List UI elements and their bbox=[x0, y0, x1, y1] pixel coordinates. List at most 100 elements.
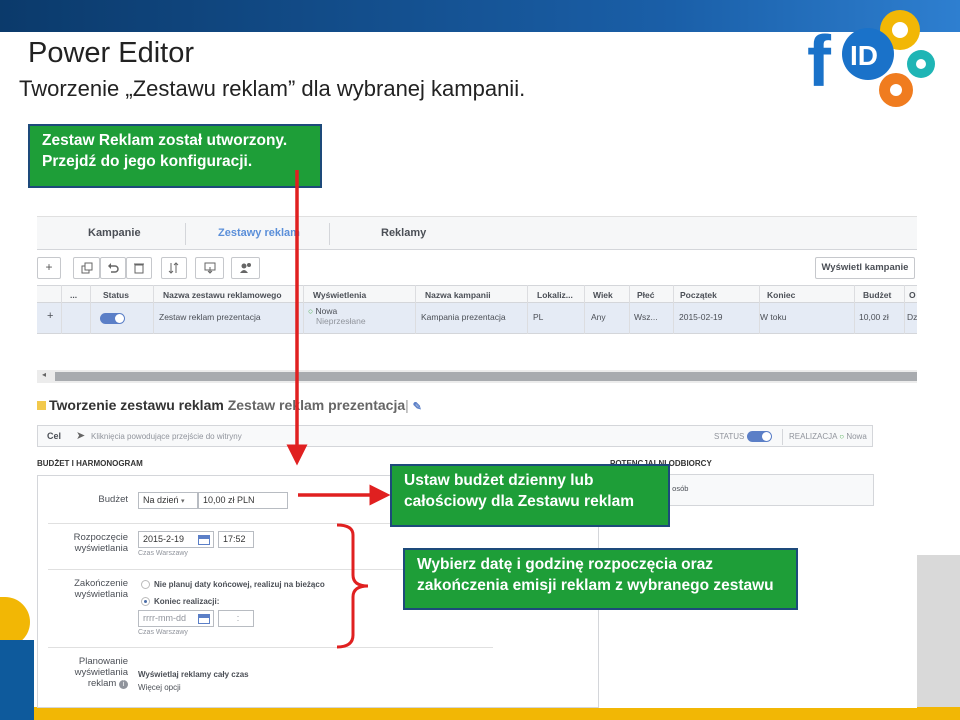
table-divider bbox=[629, 285, 630, 334]
schedule-label-line2: wyświetlania bbox=[74, 666, 128, 678]
duplicate-button[interactable] bbox=[73, 257, 100, 279]
tab-kampanie[interactable]: Kampanie bbox=[88, 227, 141, 239]
table-divider bbox=[61, 285, 62, 334]
col-gender[interactable]: Płeć bbox=[637, 290, 655, 300]
row-start: 2015-02-19 bbox=[679, 312, 723, 322]
chevron-down-icon: ▾ bbox=[181, 498, 185, 505]
start-time-input[interactable]: 17:52 bbox=[218, 531, 254, 548]
delete-button[interactable] bbox=[126, 257, 152, 279]
row-extra: Dz bbox=[907, 312, 918, 322]
realizacja-label-text: REALIZACJA bbox=[789, 432, 838, 441]
col-campaign[interactable]: Nazwa kampanii bbox=[425, 290, 491, 300]
view-campaigns-button[interactable]: Wyświetl kampanie bbox=[815, 257, 915, 279]
realizacja-label: REALIZACJA ○ Nowa bbox=[789, 432, 867, 441]
col-impressions[interactable]: Wyświetlenia bbox=[313, 290, 366, 300]
start-label: Rozpoczęcie wyświetlania bbox=[48, 532, 128, 555]
end-date-placeholder: rrrr-mm-dd bbox=[143, 613, 186, 623]
info-icon[interactable]: i bbox=[119, 679, 128, 689]
end-label: Zakończenie wyświetlania bbox=[48, 578, 128, 601]
end-date-input[interactable]: rrrr-mm-dd bbox=[138, 610, 214, 627]
table-divider bbox=[584, 285, 585, 334]
end-time-input[interactable]: : bbox=[218, 610, 254, 627]
schedule-label: Planowanie wyświetlania reklam i bbox=[48, 656, 128, 690]
end-timezone: Czas Warszawy bbox=[138, 629, 188, 636]
edit-pencil-icon[interactable]: ✎ bbox=[413, 401, 422, 413]
start-label-line2: wyświetlania bbox=[74, 542, 128, 554]
row-campaign: Kampania prezentacja bbox=[421, 312, 506, 322]
scrollbar-thumb[interactable] bbox=[55, 372, 917, 381]
table-divider bbox=[90, 285, 91, 334]
no-end-date-radio[interactable] bbox=[141, 580, 150, 589]
budget-schedule-header: BUDŻET I HARMONOGRAM bbox=[37, 459, 143, 468]
cursor-icon: ➤ bbox=[76, 430, 86, 442]
undo-button[interactable] bbox=[100, 257, 126, 279]
table-divider bbox=[303, 285, 304, 334]
tab-zestawy-reklam[interactable]: Zestawy reklam bbox=[218, 227, 300, 239]
callout-dates-line2: zakończenia emisji reklam z wybranego ze… bbox=[417, 576, 774, 594]
schedule-value: Wyświetlaj reklamy cały czas bbox=[138, 670, 249, 679]
celbar-divider bbox=[782, 429, 783, 445]
objective-bar: Cel ➤ Kliknięcia powodujące przejście do… bbox=[37, 425, 873, 447]
row-location: PL bbox=[533, 312, 544, 322]
tab-divider bbox=[329, 223, 330, 245]
end-date-radio[interactable] bbox=[141, 597, 150, 606]
no-end-date-label: Nie planuj daty końcowej, realizuj na bi… bbox=[154, 580, 325, 589]
tab-reklamy[interactable]: Reklamy bbox=[381, 227, 426, 239]
callout-created-line1: Zestaw Reklam został utworzony. bbox=[42, 132, 288, 149]
col-extra[interactable]: O bbox=[909, 290, 916, 300]
table-divider bbox=[759, 285, 760, 334]
users-button[interactable] bbox=[231, 257, 260, 279]
section-title: Tworzenie zestawu reklam Zestaw reklam p… bbox=[37, 397, 422, 413]
start-date-input[interactable]: 2015-2-19 bbox=[138, 531, 214, 548]
logo-gear-teal-icon bbox=[907, 50, 935, 78]
callout-budget-line2: całościowy dla Zestawu reklam bbox=[404, 492, 635, 510]
row-expand-button[interactable]: + bbox=[47, 310, 53, 322]
sort-button[interactable] bbox=[161, 257, 187, 279]
col-more[interactable]: ... bbox=[70, 290, 77, 300]
import-export-button[interactable] bbox=[195, 257, 224, 279]
budget-label: Budżet bbox=[98, 494, 128, 505]
col-age[interactable]: Wiek bbox=[593, 290, 613, 300]
end-date-label: Koniec realizacji: bbox=[154, 597, 220, 606]
calendar-icon[interactable] bbox=[198, 614, 210, 624]
row-impressions: ○ Nowa Nieprzesłane bbox=[308, 306, 366, 326]
callout-created-line2: Przejdź do jego konfiguracji. bbox=[42, 152, 253, 170]
horizontal-scrollbar[interactable]: ◂ bbox=[37, 370, 917, 383]
fid-logo: f ID bbox=[807, 10, 935, 107]
row-status-toggle[interactable] bbox=[100, 313, 125, 324]
table-divider bbox=[673, 285, 674, 334]
objective-label: Cel bbox=[47, 431, 62, 441]
decor-gray-right bbox=[917, 555, 960, 707]
budget-type-select[interactable]: Na dzień ▾ bbox=[138, 492, 198, 509]
import-export-icon bbox=[204, 262, 215, 274]
col-name[interactable]: Nazwa zestawu reklamowego bbox=[163, 290, 282, 300]
status-toggle[interactable] bbox=[747, 431, 772, 442]
objective-value: Kliknięcia powodujące przejście do witry… bbox=[91, 432, 242, 441]
budget-amount-input[interactable]: 10,00 zł PLN bbox=[198, 492, 288, 509]
sort-icon bbox=[168, 262, 179, 274]
table-divider bbox=[854, 285, 855, 334]
add-button[interactable]: + bbox=[37, 257, 61, 279]
table-divider bbox=[415, 285, 416, 334]
more-options-link[interactable]: Więcej opcji bbox=[138, 683, 181, 692]
decor-gear-blue bbox=[0, 640, 34, 720]
schedule-label-line1: Planowanie bbox=[78, 656, 128, 667]
row-impressions-sub: Nieprzesłane bbox=[316, 316, 366, 326]
realizacja-value: Nowa bbox=[846, 432, 867, 441]
end-label-line1: Zakończenie bbox=[74, 578, 128, 589]
scroll-left-icon[interactable]: ◂ bbox=[42, 370, 46, 379]
col-location[interactable]: Lokaliz... bbox=[537, 290, 573, 300]
tab-bar: Kampanie Zestawy reklam Reklamy bbox=[37, 216, 917, 250]
calendar-icon[interactable] bbox=[198, 535, 210, 545]
start-timezone: Czas Warszawy bbox=[138, 550, 188, 557]
end-label-line2: wyświetlania bbox=[74, 588, 128, 600]
col-budget[interactable]: Budżet bbox=[863, 290, 891, 300]
col-end[interactable]: Koniec bbox=[767, 290, 795, 300]
table-row[interactable]: + Zestaw reklam prezentacja ○ Nowa Nieprz… bbox=[37, 303, 917, 334]
slide-subtitle: Tworzenie „Zestawu reklam” dla wybranej … bbox=[19, 76, 526, 101]
section-title-text: Tworzenie zestawu reklam bbox=[49, 397, 224, 413]
power-editor-screenshot: Kampanie Zestawy reklam Reklamy + Wyświe… bbox=[37, 216, 917, 708]
col-status[interactable]: Status bbox=[103, 290, 129, 300]
row-impressions-status: Nowa bbox=[315, 306, 338, 316]
col-start[interactable]: Początek bbox=[680, 290, 717, 300]
